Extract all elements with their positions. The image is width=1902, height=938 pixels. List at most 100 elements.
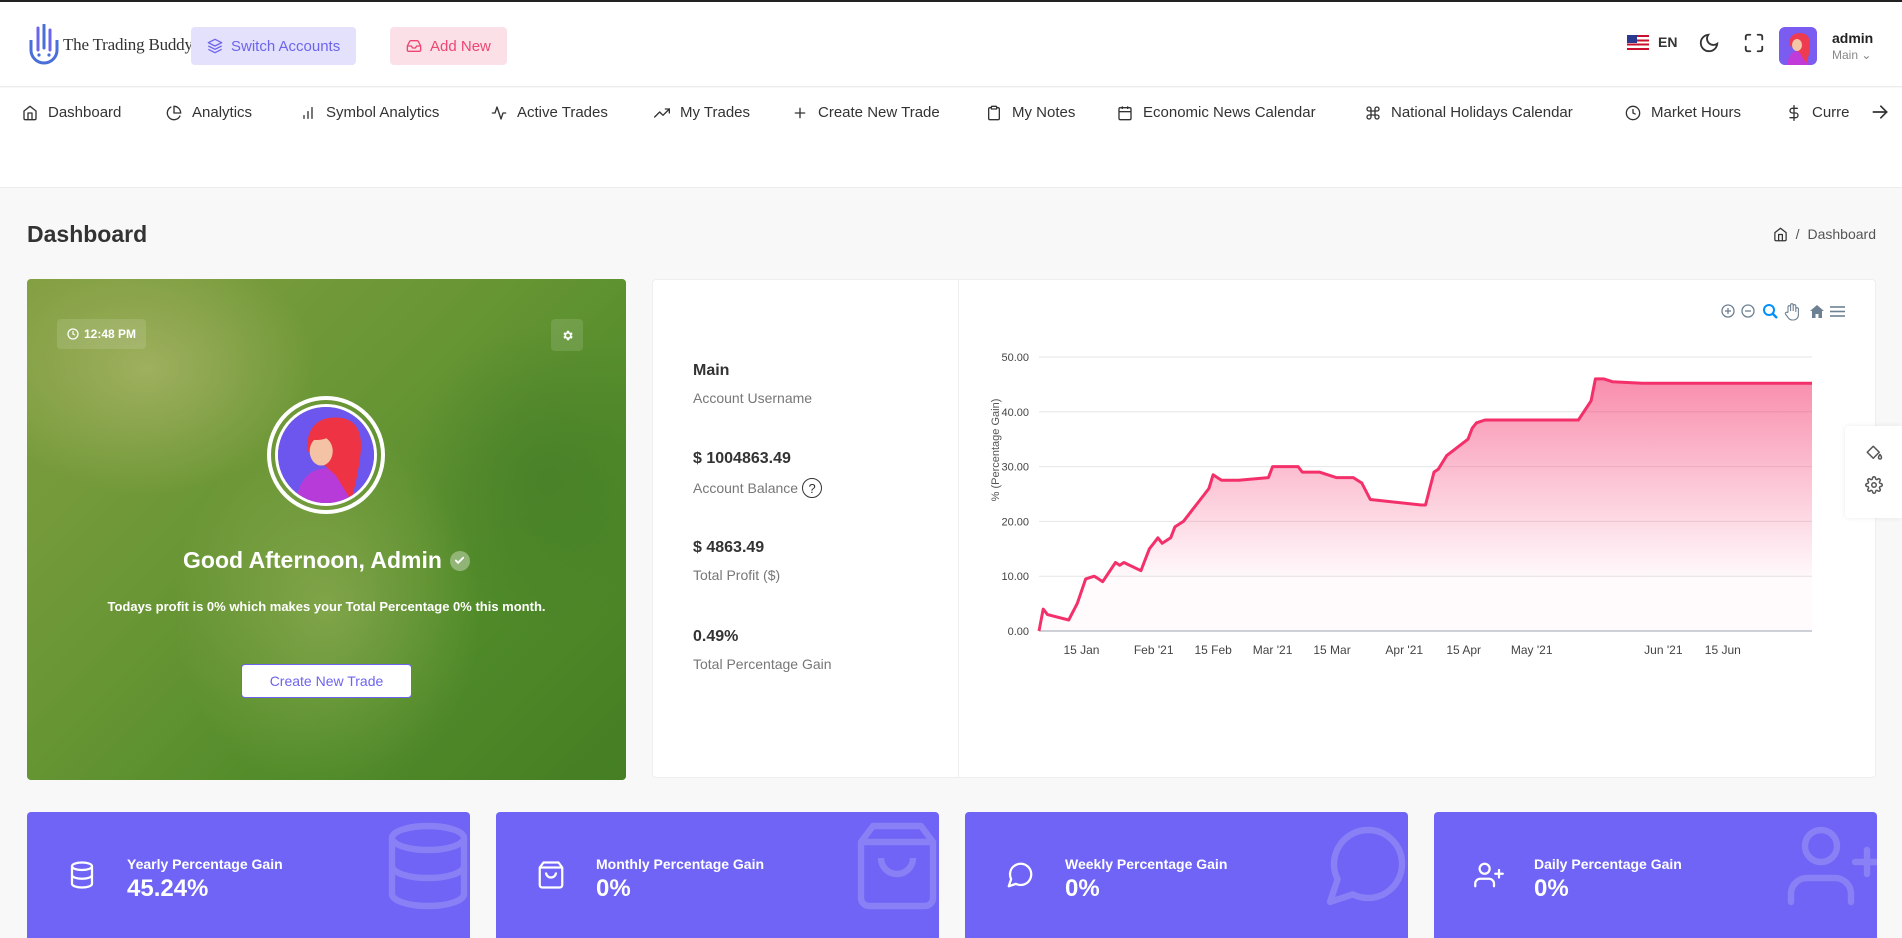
- help-icon[interactable]: ?: [802, 478, 823, 498]
- user-avatar[interactable]: [1779, 27, 1817, 65]
- card-settings-button[interactable]: [551, 319, 583, 351]
- tile-title: Monthly Percentage Gain: [596, 856, 765, 872]
- nav-label: Active Trades: [517, 104, 608, 121]
- tile-value: 0%: [596, 875, 631, 902]
- menu-icon[interactable]: [1830, 306, 1845, 317]
- nav-item-my-notes[interactable]: My Notes: [986, 104, 1075, 121]
- stat-total-profit: $ 4863.49 Total Profit ($): [693, 539, 780, 583]
- account-summary-card: Main Account Username $ 1004863.49 Accou…: [652, 279, 1876, 778]
- brand-logo[interactable]: The Trading Buddy: [28, 24, 193, 66]
- stat-account-username: Main Account Username: [693, 362, 812, 406]
- nav-item-dashboard[interactable]: Dashboard: [22, 104, 121, 121]
- create-new-trade-button[interactable]: Create New Trade: [241, 664, 412, 698]
- nav-label: Curre: [1812, 104, 1850, 121]
- zoom-out-icon[interactable]: [1741, 304, 1755, 318]
- home-icon[interactable]: [1773, 227, 1788, 242]
- tile-value: 45.24%: [127, 875, 209, 902]
- user-role[interactable]: Main ⌄: [1832, 48, 1871, 62]
- tile-value: 0%: [1534, 875, 1569, 902]
- nav-item-create-new-trade[interactable]: Create New Trade: [792, 104, 940, 121]
- tile-daily-gain: Daily Percentage Gain 0%: [1434, 812, 1877, 938]
- zoom-in-icon[interactable]: [1721, 304, 1735, 318]
- avatar-illustration: [1779, 27, 1817, 65]
- pie-chart-icon: [166, 105, 182, 120]
- pan-hand-icon[interactable]: [1784, 303, 1799, 321]
- welcome-card: 12:48 PM Good Afternoon, Admin Todays pr…: [27, 279, 626, 780]
- profit-message: Todays profit is 0% which makes your Tot…: [107, 599, 546, 614]
- nav-item-national-holidays-calendar[interactable]: National Holidays Calendar: [1365, 104, 1573, 121]
- x-tick-label: Jun '21: [1644, 643, 1683, 657]
- nav-item-economic-news-calendar[interactable]: Economic News Calendar: [1117, 104, 1316, 121]
- command-icon: [1366, 105, 1380, 120]
- nav-item-my-trades[interactable]: My Trades: [654, 104, 750, 121]
- tile-title: Daily Percentage Gain: [1534, 856, 1682, 872]
- calendar-icon: [1118, 105, 1132, 120]
- x-tick-label: 15 Jan: [1063, 643, 1099, 657]
- stat-value: 0.49%: [693, 628, 739, 645]
- clock-icon: [1625, 105, 1641, 120]
- add-new-button[interactable]: Add New: [390, 27, 507, 65]
- gear-icon[interactable]: [1865, 476, 1883, 494]
- zoom-select-icon[interactable]: [1763, 304, 1778, 319]
- language-code: EN: [1658, 34, 1678, 50]
- gear-icon: [562, 330, 573, 340]
- x-tick-label: Feb '21: [1134, 643, 1174, 657]
- nav-label: Economic News Calendar: [1143, 104, 1316, 121]
- paint-bucket-icon[interactable]: [1865, 444, 1883, 462]
- nav-item-market-hours[interactable]: Market Hours: [1625, 104, 1741, 121]
- breadcrumb: / Dashboard: [1773, 226, 1876, 242]
- brand-name: The Trading Buddy: [63, 35, 193, 54]
- language-selector[interactable]: EN: [1627, 34, 1677, 50]
- nav-label: National Holidays Calendar: [1391, 104, 1573, 121]
- x-tick-label: Apr '21: [1385, 643, 1423, 657]
- user-name[interactable]: admin: [1832, 30, 1873, 46]
- time-badge: 12:48 PM: [57, 319, 147, 349]
- message-circle-icon: [1007, 862, 1033, 888]
- switch-accounts-button[interactable]: Switch Accounts: [191, 27, 357, 65]
- stat-value: $ 1004863.49: [693, 450, 791, 467]
- nav-item-active-trades[interactable]: Active Trades: [491, 104, 608, 121]
- nav-item-analytics[interactable]: Analytics: [166, 104, 252, 121]
- nav-label: Market Hours: [1651, 104, 1742, 121]
- plus-icon: [794, 107, 806, 118]
- add-new-label: Add New: [430, 37, 491, 55]
- y-axis-ticks: 0.00 10.00 20.00 30.00 40.00 50.00: [1001, 352, 1029, 638]
- stat-label: Account Balance?: [693, 478, 823, 498]
- y-tick-label: 30.00: [1001, 462, 1029, 474]
- shopping-bag-icon: [857, 822, 937, 910]
- clock-icon: [67, 328, 79, 340]
- trending-up-icon: [654, 107, 670, 118]
- fullscreen-icon[interactable]: [1743, 32, 1765, 54]
- greeting-text: Good Afternoon, Admin: [183, 547, 442, 573]
- logo-icon: [29, 24, 59, 65]
- clipboard-icon: [988, 105, 1000, 120]
- reset-home-icon[interactable]: [1810, 305, 1824, 318]
- inbox-icon: [406, 40, 422, 52]
- stat-label-text: Total Percentage Gain: [693, 656, 832, 672]
- current-time: 12:48 PM: [84, 327, 137, 341]
- user-plus-icon: [1474, 862, 1504, 888]
- y-tick-label: 10.00: [1001, 571, 1029, 583]
- us-flag-icon: [1627, 34, 1649, 50]
- stat-label-text: Total Profit ($): [693, 567, 781, 583]
- nav-item-currency[interactable]: Curre: [1786, 104, 1850, 121]
- tile-monthly-gain: Monthly Percentage Gain 0%: [496, 812, 939, 938]
- tile-title: Yearly Percentage Gain: [127, 856, 283, 872]
- nav-item-symbol-analytics[interactable]: Symbol Analytics: [300, 104, 439, 121]
- avatar-illustration: [278, 407, 374, 503]
- bar-chart-icon: [303, 106, 313, 119]
- breadcrumb-current: Dashboard: [1807, 226, 1877, 242]
- layers-icon: [207, 38, 223, 54]
- stat-label-text: Account Balance: [693, 480, 799, 496]
- moon-icon[interactable]: [1698, 32, 1720, 54]
- message-circle-icon: [1326, 826, 1406, 906]
- activity-icon: [491, 105, 507, 120]
- card-divider: [958, 280, 959, 777]
- dollar-icon: [1789, 104, 1799, 121]
- y-tick-label: 40.00: [1001, 407, 1029, 419]
- page-title: Dashboard: [27, 221, 148, 247]
- nav-scroll-right-icon[interactable]: [1870, 102, 1890, 122]
- user-plus-icon: [1787, 826, 1877, 906]
- home-icon: [23, 105, 37, 120]
- stat-account-balance: $ 1004863.49 Account Balance?: [693, 450, 823, 498]
